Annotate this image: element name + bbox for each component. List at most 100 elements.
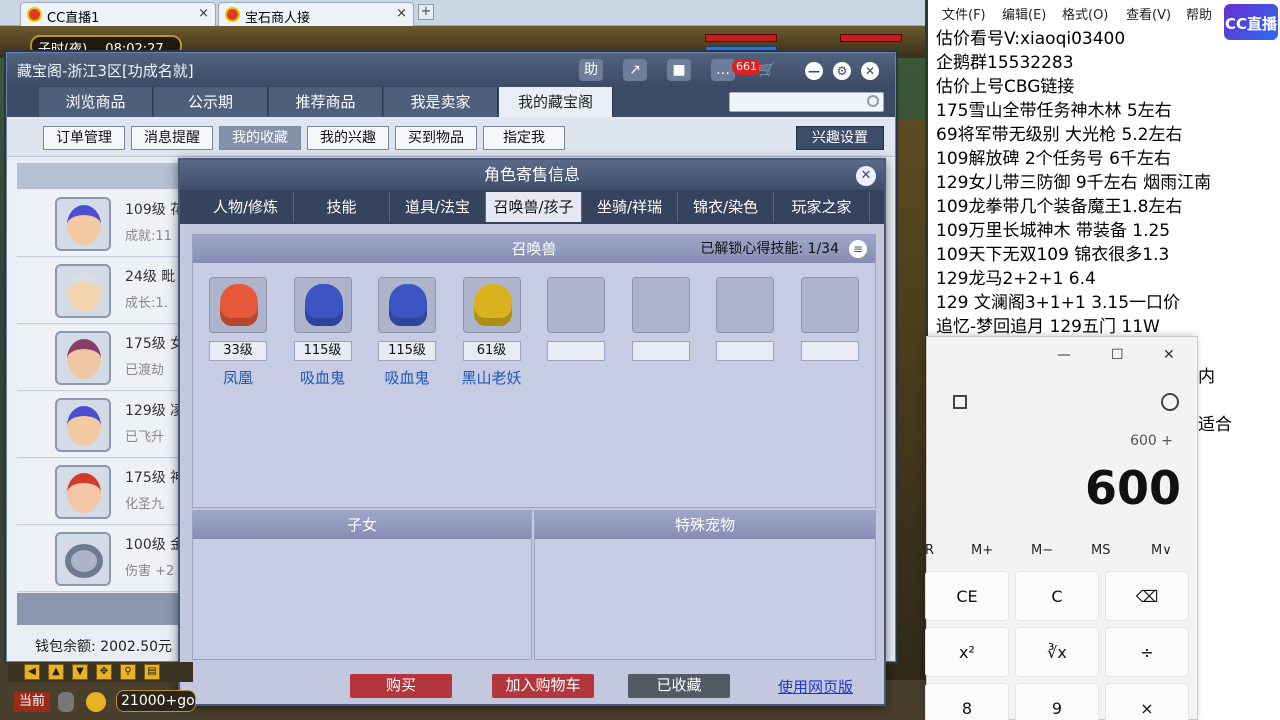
tab-player-home[interactable]: 玩家之家 — [774, 192, 870, 222]
minimize-icon[interactable]: — — [1057, 347, 1071, 363]
subtab-assigned-to-me[interactable]: 指定我 — [483, 126, 565, 150]
dialog-header: 角色寄售信息 — [180, 160, 884, 190]
menu-edit[interactable]: 编辑(E) — [1002, 4, 1046, 23]
tab-pets-children[interactable]: 召唤兽/孩子 — [486, 192, 582, 222]
subtab-purchased[interactable]: 买到物品 — [395, 126, 477, 150]
menu-format[interactable]: 格式(O) — [1062, 4, 1108, 23]
tab-my-pavilion[interactable]: 我的藏宝阁 — [499, 87, 613, 117]
memory-add-button[interactable]: M+ — [971, 543, 993, 558]
close-tab-icon[interactable]: × — [198, 6, 209, 21]
avatar — [55, 331, 111, 385]
browser-tab-gem-merchant[interactable]: 宝石商人接 × — [218, 2, 414, 26]
menu-view[interactable]: 查看(V) — [1126, 4, 1171, 23]
dialog-close-icon[interactable]: ✕ — [856, 166, 876, 186]
backspace-button[interactable]: ⌫ — [1105, 571, 1189, 621]
minimize-icon[interactable]: — — [805, 62, 823, 80]
pet-name[interactable]: 吸血鬼 — [367, 367, 447, 388]
multiply-button[interactable]: × — [1105, 683, 1189, 720]
list-item[interactable]: 24级 毗 成长:1. — [17, 258, 187, 324]
avatar — [55, 398, 111, 452]
pet-slot[interactable] — [209, 277, 267, 333]
menu-file[interactable]: 文件(F) — [942, 4, 986, 23]
tab-recommended[interactable]: 推荐商品 — [269, 87, 383, 117]
tab-outfits[interactable]: 锦衣/染色 — [678, 192, 774, 222]
memory-store-button[interactable]: MS — [1091, 543, 1110, 558]
subtab-messages[interactable]: 消息提醒 — [131, 126, 213, 150]
pet-slot[interactable] — [378, 277, 436, 333]
tab-public-period[interactable]: 公示期 — [154, 87, 268, 117]
notepad-line: 129龙马2+2+1 6.4 — [936, 269, 1096, 289]
pet-panel-header: 召唤兽 已解锁心得技能: 1/34 ≡ — [193, 235, 875, 263]
square-button[interactable]: x² — [925, 627, 1009, 677]
pet-name[interactable]: 凤凰 — [198, 367, 278, 388]
list-item[interactable]: 175级 女 已渡劫 — [17, 325, 187, 391]
subtab-favorites[interactable]: 我的收藏 — [219, 126, 301, 150]
pet-slot[interactable] — [462, 277, 521, 333]
empty-pet-slot — [716, 277, 774, 333]
notepad-line: 109龙拳带几个装备魔王1.8左右 — [936, 197, 1183, 217]
list-item[interactable]: 175级 神 化圣九 — [17, 459, 187, 525]
clear-entry-button[interactable]: CE — [925, 571, 1009, 621]
record-icon[interactable]: ■ — [667, 59, 691, 81]
gear-icon[interactable]: ⚙ — [833, 62, 851, 80]
clear-button[interactable]: C — [1015, 571, 1099, 621]
microphone-icon[interactable] — [58, 692, 74, 712]
subtab-interests[interactable]: 我的兴趣 — [307, 126, 389, 150]
tab-items[interactable]: 道具/法宝 — [390, 192, 486, 222]
subtab-orders[interactable]: 订单管理 — [43, 126, 125, 150]
digit-9-button[interactable]: 9 — [1015, 683, 1099, 720]
pet-skill-unlock-info: 已解锁心得技能: 1/34 — [700, 241, 839, 257]
cube-root-button[interactable]: ∛x — [1015, 627, 1099, 677]
avatar — [55, 197, 111, 251]
arrow-up-icon[interactable]: ▲ — [48, 664, 64, 680]
memory-recall-button[interactable]: R — [925, 543, 934, 558]
magnifier-icon[interactable]: ⚲ — [120, 664, 136, 680]
browser-tab-cc-live[interactable]: CC直播1 × — [20, 2, 216, 26]
search-input[interactable] — [729, 92, 884, 112]
list-item-sub: 已飞升 — [125, 430, 165, 445]
history-icon[interactable] — [1161, 393, 1179, 411]
memory-subtract-button[interactable]: M− — [1031, 543, 1053, 558]
search-icon[interactable] — [867, 95, 879, 107]
divide-button[interactable]: ÷ — [1105, 627, 1189, 677]
pet-name[interactable]: 吸血鬼 — [283, 367, 363, 388]
close-tab-icon[interactable]: × — [396, 6, 407, 21]
emoji-icon[interactable] — [86, 692, 106, 712]
list-item[interactable]: 109级 花 成就:11 — [17, 191, 187, 257]
help-button[interactable]: 助 — [579, 59, 603, 81]
tab-skills[interactable]: 技能 — [294, 192, 390, 222]
note-icon[interactable]: ▤ — [144, 664, 160, 680]
cart-icon[interactable]: 🛒 — [755, 59, 779, 81]
chat-icon[interactable]: … — [711, 59, 735, 81]
add-to-cart-button[interactable]: 加入购物车 — [492, 674, 594, 698]
use-web-version-link[interactable]: 使用网页版 — [778, 676, 853, 697]
arrow-down-icon[interactable]: ▼ — [72, 664, 88, 680]
list-menu-icon[interactable]: ≡ — [849, 240, 867, 258]
keep-on-top-icon[interactable] — [953, 395, 967, 409]
share-icon[interactable]: ↗ — [623, 59, 647, 81]
list-item[interactable]: 129级 凌 已飞升 — [17, 392, 187, 458]
memory-list-button[interactable]: M∨ — [1151, 543, 1172, 558]
new-tab-button[interactable]: + — [418, 4, 434, 20]
pet-name[interactable]: 黑山老妖 — [452, 367, 532, 388]
dialog-tabs: 人物/修炼 技能 道具/法宝 召唤兽/孩子 坐骑/祥瑞 锦衣/染色 玩家之家 — [180, 190, 884, 224]
digit-8-button[interactable]: 8 — [925, 683, 1009, 720]
tab-browse[interactable]: 浏览商品 — [39, 87, 153, 117]
tab-seller[interactable]: 我是卖家 — [384, 87, 498, 117]
notepad-line: 109天下无双109 锦衣很多1.3 — [936, 245, 1170, 265]
pet-slot[interactable] — [293, 277, 352, 333]
current-channel-button[interactable]: 当前 — [14, 692, 50, 712]
close-icon[interactable]: ✕ — [861, 62, 879, 80]
buy-button[interactable]: 购买 — [350, 674, 452, 698]
move-icon[interactable]: ✥ — [96, 664, 112, 680]
tab-character[interactable]: 人物/修炼 — [198, 192, 294, 222]
list-item[interactable]: 100级 金 伤害 +2 — [17, 526, 187, 592]
collected-button[interactable]: 已收藏 — [628, 674, 730, 698]
arrow-left-icon[interactable]: ◀ — [24, 664, 40, 680]
interest-settings-button[interactable]: 兴趣设置 — [796, 126, 884, 150]
list-item-level: 175级 神 — [125, 470, 185, 486]
maximize-icon[interactable]: ☐ — [1111, 347, 1124, 363]
tab-mounts[interactable]: 坐骑/祥瑞 — [582, 192, 678, 222]
menu-help[interactable]: 帮助 — [1186, 4, 1212, 23]
close-icon[interactable]: ✕ — [1163, 347, 1175, 363]
